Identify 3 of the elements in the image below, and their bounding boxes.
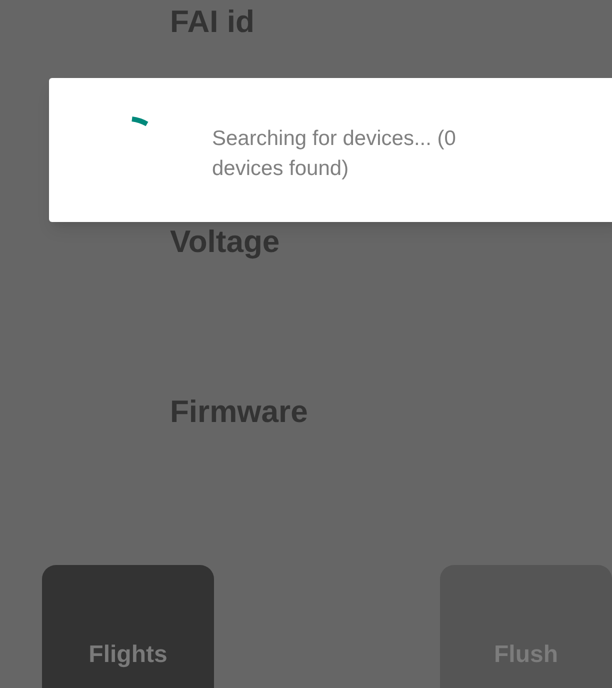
- dialog-message: Searching for devices... (0 devices found): [212, 126, 457, 182]
- action-button[interactable]: Flights: [42, 565, 214, 688]
- loading-spinner-icon: [129, 114, 151, 128]
